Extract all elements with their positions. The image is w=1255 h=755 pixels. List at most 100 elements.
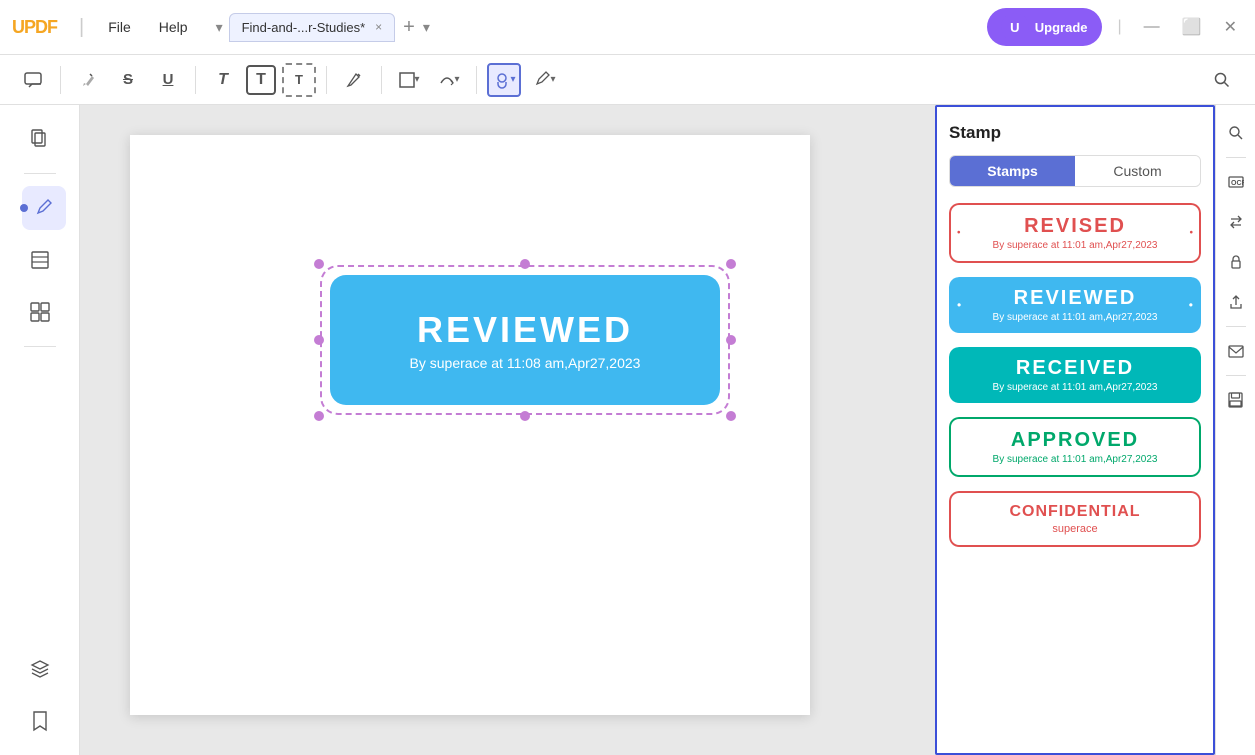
confidential-stamp-card[interactable]: CONFIDENTIAL superace <box>949 491 1201 547</box>
sidebar-item-layers[interactable] <box>18 647 62 691</box>
window-close-btn[interactable]: ✕ <box>1218 15 1243 39</box>
received-sub: By superace at 11:01 am,Apr27,2023 <box>993 382 1158 393</box>
right-sidebar: OCR <box>1215 105 1255 755</box>
separator2 <box>195 66 196 94</box>
window-controls: U Upgrade | — ⬜ ✕ <box>987 8 1243 46</box>
revised-stamp[interactable]: REVISED By superace at 11:01 am,Apr27,20… <box>949 203 1201 263</box>
tab-chevron[interactable]: ▾ <box>216 19 223 36</box>
tab-stamps[interactable]: Stamps <box>950 156 1075 186</box>
active-tab[interactable]: Find-and-...r-Studies* × <box>229 13 396 42</box>
sidebar-bottom <box>18 647 62 743</box>
handle-tl[interactable] <box>314 259 324 269</box>
separator3 <box>326 66 327 94</box>
rs-protect[interactable] <box>1220 246 1252 278</box>
active-indicator <box>20 204 28 212</box>
stamp-btn[interactable]: ▾ <box>487 63 521 97</box>
confidential-text: CONFIDENTIAL <box>1009 503 1140 521</box>
stamp-panel: Stamp Stamps Custom REVISED By superace … <box>935 105 1215 755</box>
pen-btn[interactable]: ▾ <box>527 63 561 97</box>
strikethrough-btn[interactable]: S <box>111 63 145 97</box>
confidential-sub: superace <box>1052 523 1097 535</box>
menu-file[interactable]: File <box>98 15 141 39</box>
shape-arrow: ▾ <box>414 74 419 85</box>
received-stamp-card[interactable]: RECEIVED By superace at 11:01 am,Apr27,2… <box>949 347 1201 403</box>
sidebar-item-organize[interactable] <box>18 290 62 334</box>
reviewed-stamp[interactable]: REVIEWED By superace at 11:08 am,Apr27,2… <box>330 275 720 405</box>
reviewed-stamp-card[interactable]: REVIEWED By superace at 11:01 am,Apr27,2… <box>949 277 1201 333</box>
content-area: REVIEWED By superace at 11:08 am,Apr27,2… <box>80 105 1215 755</box>
tab-custom[interactable]: Custom <box>1075 156 1200 186</box>
shape-btn[interactable]: ▾ <box>392 63 426 97</box>
separator2: | <box>1112 16 1128 38</box>
rs-sep2 <box>1226 326 1246 327</box>
rs-search[interactable] <box>1220 117 1252 149</box>
rs-share[interactable] <box>1220 286 1252 318</box>
upgrade-button[interactable]: U Upgrade <box>987 8 1102 46</box>
title-bar: UPDF | File Help ▾ Find-and-...r-Studies… <box>0 0 1255 55</box>
avatar: U <box>1001 13 1029 41</box>
stamp-card-reviewed[interactable]: REVIEWED By superace at 11:01 am,Apr27,2… <box>949 277 1201 333</box>
separator1 <box>60 66 61 94</box>
reviewed-sub: By superace at 11:01 am,Apr27,2023 <box>993 312 1158 323</box>
handle-tc[interactable] <box>520 259 530 269</box>
stamp-on-page[interactable]: REVIEWED By superace at 11:08 am,Apr27,2… <box>330 275 720 405</box>
revised-text: REVISED <box>1024 215 1126 238</box>
tab-area: ▾ Find-and-...r-Studies* × + ▾ <box>216 13 979 42</box>
add-tab-button[interactable]: + <box>403 17 415 37</box>
stamp-card-confidential[interactable]: CONFIDENTIAL superace <box>949 491 1201 547</box>
arc-btn[interactable]: ▾ <box>432 63 466 97</box>
handle-br[interactable] <box>726 411 736 421</box>
stamp-card-received[interactable]: RECEIVED By superace at 11:01 am,Apr27,2… <box>949 347 1201 403</box>
rs-email[interactable] <box>1220 335 1252 367</box>
stamp-card-revised[interactable]: REVISED By superace at 11:01 am,Apr27,20… <box>949 203 1201 263</box>
search-btn[interactable] <box>1205 63 1239 97</box>
rs-sep3 <box>1226 375 1246 376</box>
handle-ml[interactable] <box>314 335 324 345</box>
pen-arrow: ▾ <box>550 74 555 85</box>
received-text: RECEIVED <box>1016 357 1134 380</box>
approved-stamp-card[interactable]: APPROVED By superace at 11:01 am,Apr27,2… <box>949 417 1201 477</box>
stamp-arrow: ▾ <box>510 74 515 85</box>
toolbar: S U T T T ▾ ▾ ▾ ▾ <box>0 55 1255 105</box>
left-sidebar <box>0 105 80 755</box>
main-layout: REVIEWED By superace at 11:08 am,Apr27,2… <box>0 105 1255 755</box>
handle-bl[interactable] <box>314 411 324 421</box>
text-T-btn[interactable]: T <box>246 65 276 95</box>
underline-btn[interactable]: U <box>151 63 185 97</box>
rs-save[interactable] <box>1220 384 1252 416</box>
sidebar-item-bookmark[interactable] <box>18 699 62 743</box>
rs-convert[interactable] <box>1220 206 1252 238</box>
app-logo: UPDF <box>12 17 57 38</box>
tab-dropdown-btn[interactable]: ▾ <box>423 19 430 36</box>
text-t-btn[interactable]: T <box>206 63 240 97</box>
tab-name: Find-and-...r-Studies* <box>242 20 366 35</box>
approved-sub: By superace at 11:01 am,Apr27,2023 <box>993 454 1158 465</box>
ink-btn[interactable] <box>337 63 371 97</box>
highlight-btn[interactable] <box>71 63 105 97</box>
underline-icon: U <box>163 71 174 88</box>
separator4 <box>381 66 382 94</box>
window-maximize-btn[interactable]: ⬜ <box>1176 15 1208 39</box>
reviewed-text: REVIEWED <box>1014 287 1137 310</box>
stamp-card-approved[interactable]: APPROVED By superace at 11:01 am,Apr27,2… <box>949 417 1201 477</box>
panel-title: Stamp <box>949 123 1201 143</box>
sidebar-item-pages2[interactable] <box>18 238 62 282</box>
sidebar-sep1 <box>24 173 56 174</box>
handle-tr[interactable] <box>726 259 736 269</box>
sidebar-item-annotate[interactable] <box>22 186 66 230</box>
stamp-main-text: REVIEWED <box>417 309 633 351</box>
separator5 <box>476 66 477 94</box>
window-minimize-btn[interactable]: — <box>1138 16 1166 38</box>
menu-help[interactable]: Help <box>149 15 198 39</box>
tab-close-btn[interactable]: × <box>375 20 382 34</box>
separator: | <box>79 16 84 39</box>
handle-mr[interactable] <box>726 335 736 345</box>
rs-ocr[interactable]: OCR <box>1220 166 1252 198</box>
handle-bc[interactable] <box>520 411 530 421</box>
sidebar-item-pages[interactable] <box>18 117 62 161</box>
comment-btn[interactable] <box>16 63 50 97</box>
strikethrough-icon: S <box>123 71 133 88</box>
sidebar-sep2 <box>24 346 56 347</box>
text-bracket-btn[interactable]: T <box>282 63 316 97</box>
rs-sep1 <box>1226 157 1246 158</box>
